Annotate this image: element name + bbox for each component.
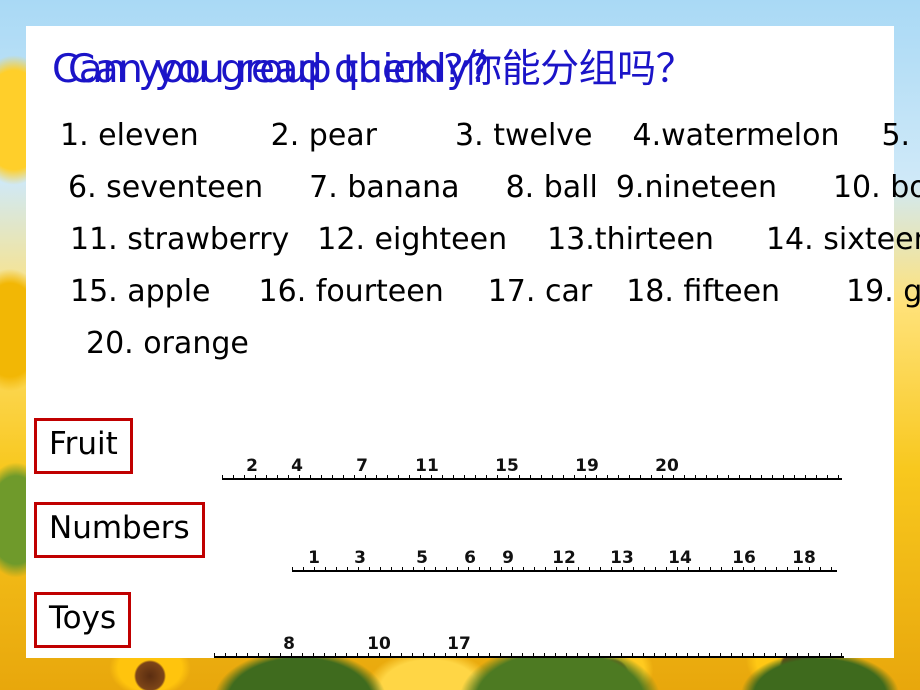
answer-blank-area[interactable]: 8 10 17 bbox=[214, 626, 844, 658]
answer-number-group: 2 4 7 11 15 19 20 bbox=[222, 448, 842, 478]
answer-number: 6 bbox=[464, 548, 476, 568]
answer-number: 18 bbox=[792, 548, 816, 568]
answer-number: 14 bbox=[668, 548, 692, 568]
word-row: 6. seventeen 7. banana 8. ball 9.nineteen 10… bbox=[28, 162, 920, 214]
answer-number: 19 bbox=[575, 456, 599, 476]
title-group-chinese: 你能分组吗？ bbox=[463, 47, 695, 92]
word-item: 4.watermelon bbox=[632, 118, 840, 153]
answer-number: 15 bbox=[495, 456, 519, 476]
word-item: 1. eleven bbox=[60, 118, 199, 153]
word-item: 12. eighteen bbox=[317, 222, 508, 257]
category-label: Numbers bbox=[49, 510, 190, 546]
word-row: 1. eleven 2. pear 3. twelve 4.watermelon 5. … bbox=[28, 110, 920, 162]
answer-number: 16 bbox=[732, 548, 756, 568]
answer-number: 20 bbox=[655, 456, 679, 476]
answer-blank-area[interactable]: 2 4 7 11 15 19 20 bbox=[222, 448, 842, 480]
answer-number-group: 1 3 5 6 9 12 13 14 16 18 bbox=[292, 540, 837, 570]
word-item: 13.thirteen bbox=[547, 222, 714, 257]
word-item: 16. fourteen bbox=[258, 274, 444, 309]
answer-number: 4 bbox=[291, 456, 303, 476]
title-line-read: Can you read quickly? bbox=[68, 47, 489, 92]
word-item: 8. ball bbox=[505, 170, 598, 205]
answer-number: 3 bbox=[354, 548, 366, 568]
word-list: 1. eleven 2. pear 3. twelve 4.watermelon 5. … bbox=[28, 110, 920, 370]
word-item: 2. pear bbox=[270, 118, 378, 153]
answer-number: 12 bbox=[552, 548, 576, 568]
answer-number: 11 bbox=[415, 456, 439, 476]
word-row: 20. orange bbox=[28, 318, 896, 370]
word-item: 18. fifteen bbox=[626, 274, 781, 309]
category-label: Toys bbox=[49, 600, 117, 636]
word-row: 15. apple 16. fourteen 17. car 18. fifteen 1… bbox=[28, 266, 920, 318]
category-row: Toys 8 10 17 bbox=[34, 586, 896, 674]
answer-underline bbox=[222, 475, 842, 480]
answer-number: 17 bbox=[447, 634, 471, 654]
category-row: Fruit 2 4 7 11 15 19 20 bbox=[34, 410, 896, 498]
category-row: Numbers 1 3 5 6 9 12 13 14 16 18 bbox=[34, 498, 896, 586]
answer-number: 2 bbox=[246, 456, 258, 476]
word-item: 3. twelve bbox=[455, 118, 593, 153]
word-item: 20. orange bbox=[86, 326, 249, 361]
word-item: 19. grape bbox=[846, 274, 920, 309]
word-item: 11. strawberry bbox=[70, 222, 290, 257]
answer-blank-area[interactable]: 1 3 5 6 9 12 13 14 16 18 bbox=[292, 540, 837, 572]
word-item: 9.nineteen bbox=[615, 170, 777, 205]
answer-number: 13 bbox=[610, 548, 634, 568]
category-label-box[interactable]: Fruit bbox=[34, 418, 133, 474]
answer-underline bbox=[214, 653, 844, 658]
word-item: 17. car bbox=[487, 274, 593, 309]
category-label: Fruit bbox=[49, 426, 118, 462]
category-answer-rows: Fruit 2 4 7 11 15 19 20 Numbers 1 3 5 6 9 12 13 14 16 18 To… bbox=[34, 410, 896, 674]
word-item: 14. sixteen bbox=[765, 222, 920, 257]
word-item: 6. seventeen bbox=[68, 170, 264, 205]
word-item: 10. boat bbox=[832, 170, 920, 205]
word-item: 5. twenty bbox=[881, 118, 920, 153]
slide-title: Can you group them?你能分组吗？ Can you read q… bbox=[38, 44, 898, 102]
answer-number-group: 8 10 17 bbox=[214, 626, 844, 656]
word-item: 7. banana bbox=[309, 170, 460, 205]
category-label-box[interactable]: Numbers bbox=[34, 502, 205, 558]
answer-number: 9 bbox=[502, 548, 514, 568]
answer-underline bbox=[292, 567, 837, 572]
slide-content-card: Can you group them?你能分组吗？ Can you read q… bbox=[26, 26, 920, 658]
answer-number: 10 bbox=[367, 634, 391, 654]
answer-number: 1 bbox=[308, 548, 320, 568]
answer-number: 8 bbox=[283, 634, 295, 654]
word-row: 11. strawberry 12. eighteen 13.thirteen 14.… bbox=[28, 214, 920, 266]
answer-number: 7 bbox=[356, 456, 368, 476]
answer-number: 5 bbox=[416, 548, 428, 568]
category-label-box[interactable]: Toys bbox=[34, 592, 132, 648]
word-item: 15. apple bbox=[70, 274, 211, 309]
